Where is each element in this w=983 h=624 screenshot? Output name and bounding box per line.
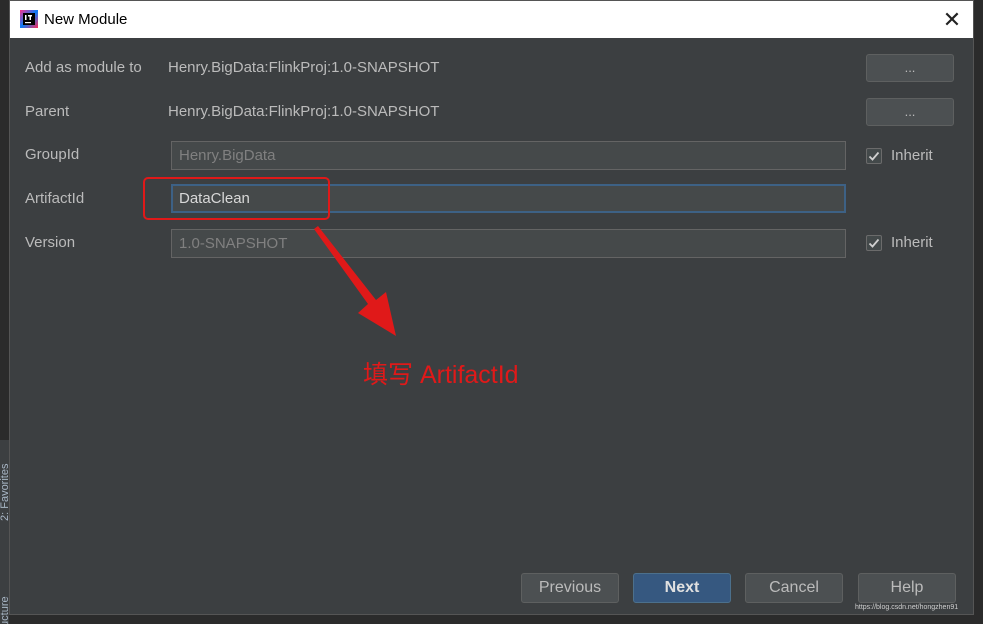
favorites-tab-label: 2: Favorites: [0, 463, 9, 521]
parent-browse-button[interactable]: ...: [866, 98, 954, 126]
dialog-titlebar: New Module ✕: [10, 1, 973, 38]
checkmark-icon: [868, 238, 880, 248]
ide-left-tool-strip: 2: Favorites Structure: [0, 440, 9, 624]
dialog-title: New Module: [44, 11, 128, 28]
intellij-idea-icon: [20, 10, 38, 28]
annotation-text: 填写 ArtifactId: [363, 361, 519, 389]
add-as-module-to-browse-button[interactable]: ...: [866, 54, 954, 82]
cancel-button-label: Cancel: [769, 579, 819, 596]
close-icon: ✕: [942, 7, 962, 32]
next-button[interactable]: Next: [633, 573, 731, 603]
add-as-module-to-label: Add as module to: [25, 59, 142, 76]
previous-button-label: Previous: [538, 579, 602, 596]
cancel-button[interactable]: Cancel: [745, 573, 843, 603]
structure-tool-tab[interactable]: Structure: [0, 571, 9, 624]
structure-tab-label: Structure: [0, 596, 9, 624]
version-inherit-label: Inherit: [891, 234, 933, 251]
parent-label: Parent: [25, 103, 70, 120]
parent-value: Henry.BigData:FlinkProj:1.0-SNAPSHOT: [168, 103, 440, 120]
help-button[interactable]: Help: [858, 573, 956, 603]
help-button-label: Help: [890, 579, 924, 596]
version-field[interactable]: 1.0-SNAPSHOT: [171, 229, 846, 258]
annotation-highlight-box: [143, 177, 330, 220]
artifact-id-label: ArtifactId: [25, 190, 85, 207]
add-as-module-to-value: Henry.BigData:FlinkProj:1.0-SNAPSHOT: [168, 59, 440, 76]
group-id-inherit-label: Inherit: [891, 147, 933, 164]
checkmark-icon: [868, 151, 880, 161]
version-label: Version: [25, 234, 76, 251]
group-id-label: GroupId: [25, 146, 80, 163]
new-module-dialog: New Module ✕ Add as module to Henry.BigD…: [9, 0, 974, 615]
previous-button[interactable]: Previous: [521, 573, 619, 603]
favorites-tool-tab[interactable]: 2: Favorites: [0, 451, 9, 521]
watermark: https://blog.csdn.net/hongzhen91: [855, 604, 959, 611]
close-button[interactable]: ✕: [939, 7, 965, 33]
annotation-arrow-icon: [314, 226, 396, 336]
next-button-label: Next: [664, 579, 700, 596]
group-id-field[interactable]: Henry.BigData: [171, 141, 846, 170]
